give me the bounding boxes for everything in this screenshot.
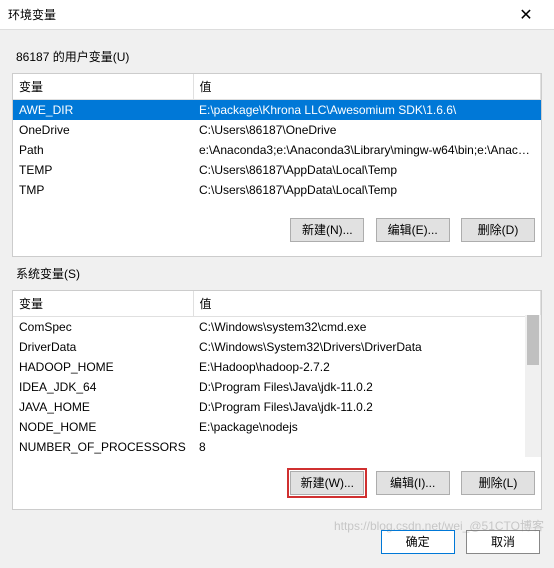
var-value: C:\Users\86187\AppData\Local\Temp bbox=[193, 180, 541, 200]
var-name: TMP bbox=[13, 180, 193, 200]
var-value: C:\Users\86187\AppData\Local\Temp bbox=[193, 160, 541, 180]
var-name: NODE_HOME bbox=[13, 417, 193, 437]
var-name: HADOOP_HOME bbox=[13, 357, 193, 377]
var-value: E:\Hadoop\hadoop-2.7.2 bbox=[193, 357, 541, 377]
system-vars-label: 系统变量(S) bbox=[16, 265, 542, 282]
table-row[interactable]: HADOOP_HOME E:\Hadoop\hadoop-2.7.2 bbox=[13, 357, 541, 377]
var-name: JAVA_HOME bbox=[13, 397, 193, 417]
ok-button[interactable]: 确定 bbox=[381, 530, 455, 554]
user-vars-table[interactable]: 变量 值 AWE_DIR E:\package\Khrona LLC\Aweso… bbox=[13, 74, 541, 200]
user-edit-button[interactable]: 编辑(E)... bbox=[376, 218, 450, 242]
var-value: E:\package\Khrona LLC\Awesomium SDK\1.6.… bbox=[193, 100, 541, 121]
var-name: OneDrive bbox=[13, 120, 193, 140]
table-row[interactable]: TMP C:\Users\86187\AppData\Local\Temp bbox=[13, 180, 541, 200]
table-row[interactable]: AWE_DIR E:\package\Khrona LLC\Awesomium … bbox=[13, 100, 541, 121]
col-variable[interactable]: 变量 bbox=[13, 291, 193, 317]
var-value: e:\Anaconda3;e:\Anaconda3\Library\mingw-… bbox=[193, 140, 541, 160]
close-icon[interactable]: ✕ bbox=[506, 0, 546, 30]
var-value: E:\package\nodejs bbox=[193, 417, 541, 437]
cancel-button[interactable]: 取消 bbox=[466, 530, 540, 554]
system-edit-button[interactable]: 编辑(I)... bbox=[376, 471, 450, 495]
window-title: 环境变量 bbox=[8, 6, 506, 23]
system-button-row: 新建(W)... 编辑(I)... 删除(L) bbox=[13, 457, 541, 509]
table-row[interactable]: JAVA_HOME D:\Program Files\Java\jdk-11.0… bbox=[13, 397, 541, 417]
var-value: D:\Program Files\Java\jdk-11.0.2 bbox=[193, 397, 541, 417]
table-row[interactable]: IDEA_JDK_64 D:\Program Files\Java\jdk-11… bbox=[13, 377, 541, 397]
dialog-button-row: 确定 取消 bbox=[0, 518, 554, 568]
var-name: NUMBER_OF_PROCESSORS bbox=[13, 437, 193, 457]
var-name: ComSpec bbox=[13, 317, 193, 338]
var-name: DriverData bbox=[13, 337, 193, 357]
system-vars-table-wrap: 变量 值 ComSpec C:\Windows\system32\cmd.exe… bbox=[13, 291, 541, 457]
table-row[interactable]: TEMP C:\Users\86187\AppData\Local\Temp bbox=[13, 160, 541, 180]
col-value[interactable]: 值 bbox=[193, 74, 541, 100]
var-value: C:\Windows\system32\cmd.exe bbox=[193, 317, 541, 338]
system-vars-group: 变量 值 ComSpec C:\Windows\system32\cmd.exe… bbox=[12, 290, 542, 510]
var-name: IDEA_JDK_64 bbox=[13, 377, 193, 397]
col-variable[interactable]: 变量 bbox=[13, 74, 193, 100]
system-new-button[interactable]: 新建(W)... bbox=[290, 471, 364, 495]
scrollbar-vertical[interactable] bbox=[525, 315, 541, 457]
col-value[interactable]: 值 bbox=[193, 291, 541, 317]
var-value: C:\Windows\System32\Drivers\DriverData bbox=[193, 337, 541, 357]
table-row[interactable]: NODE_HOME E:\package\nodejs bbox=[13, 417, 541, 437]
titlebar: 环境变量 ✕ bbox=[0, 0, 554, 30]
table-row[interactable]: NUMBER_OF_PROCESSORS 8 bbox=[13, 437, 541, 457]
var-name: TEMP bbox=[13, 160, 193, 180]
scrollbar-thumb[interactable] bbox=[527, 315, 539, 365]
table-row[interactable]: OneDrive C:\Users\86187\OneDrive bbox=[13, 120, 541, 140]
user-delete-button[interactable]: 删除(D) bbox=[461, 218, 535, 242]
var-name: Path bbox=[13, 140, 193, 160]
dialog-content: 86187 的用户变量(U) 变量 值 AWE_DIR E:\package\K… bbox=[0, 30, 554, 510]
user-vars-table-wrap: 变量 值 AWE_DIR E:\package\Khrona LLC\Aweso… bbox=[13, 74, 541, 204]
table-row[interactable]: ComSpec C:\Windows\system32\cmd.exe bbox=[13, 317, 541, 338]
system-delete-button[interactable]: 删除(L) bbox=[461, 471, 535, 495]
var-name: AWE_DIR bbox=[13, 100, 193, 121]
user-vars-group: 变量 值 AWE_DIR E:\package\Khrona LLC\Aweso… bbox=[12, 73, 542, 257]
system-vars-table[interactable]: 变量 值 ComSpec C:\Windows\system32\cmd.exe… bbox=[13, 291, 541, 457]
var-value: D:\Program Files\Java\jdk-11.0.2 bbox=[193, 377, 541, 397]
user-new-button[interactable]: 新建(N)... bbox=[290, 218, 364, 242]
table-row[interactable]: DriverData C:\Windows\System32\Drivers\D… bbox=[13, 337, 541, 357]
user-button-row: 新建(N)... 编辑(E)... 删除(D) bbox=[13, 204, 541, 256]
var-value: 8 bbox=[193, 437, 541, 457]
user-vars-label: 86187 的用户变量(U) bbox=[16, 48, 542, 65]
var-value: C:\Users\86187\OneDrive bbox=[193, 120, 541, 140]
table-row[interactable]: Path e:\Anaconda3;e:\Anaconda3\Library\m… bbox=[13, 140, 541, 160]
